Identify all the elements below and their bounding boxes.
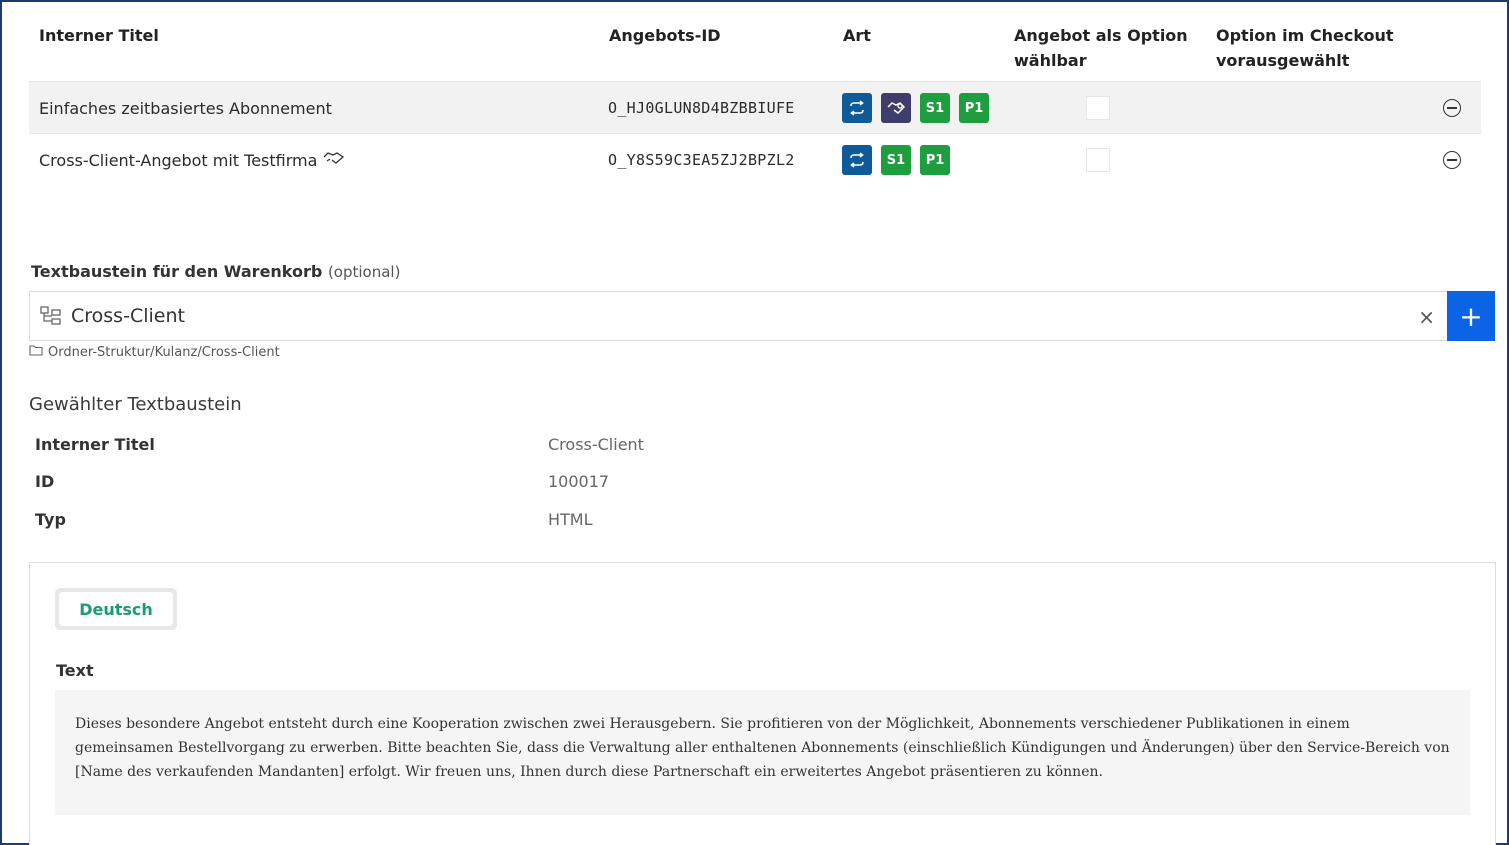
- row-title: Einfaches zeitbasiertes Abonnement: [39, 98, 332, 118]
- cart-snippet-label: Textbaustein für den Warenkorb (optional…: [31, 262, 401, 281]
- add-button[interactable]: +: [1447, 291, 1495, 341]
- handshake-icon: [323, 150, 345, 170]
- folder-path: Ordner-Struktur/Kulanz/Cross-Client: [29, 344, 280, 360]
- selectable-checkbox[interactable]: [1086, 148, 1110, 172]
- header-kind: Art: [843, 26, 871, 45]
- folder-icon: [29, 344, 43, 360]
- table-row: Cross-Client-Angebot mit Testfirma O_Y8S…: [29, 134, 1481, 186]
- text-label: Text: [56, 661, 94, 680]
- row-offer-id: O_HJ0GLUN8D4BZBBIUFE: [608, 99, 795, 117]
- cart-snippet-value: Cross-Client: [71, 305, 185, 327]
- clear-icon[interactable]: ×: [1418, 305, 1435, 329]
- text-content: Dieses besondere Angebot entsteht durch …: [55, 690, 1470, 815]
- row-offer-id: O_Y8S59C3EA5ZJ2BPZL2: [608, 151, 795, 169]
- table-row: Einfaches zeitbasiertes Abonnement O_HJ0…: [29, 82, 1481, 134]
- badge-s1: S1: [881, 145, 911, 175]
- tree-icon: [39, 304, 63, 328]
- content-panel: Deutsch Text Dieses besondere Angebot en…: [29, 562, 1496, 845]
- badge-p1: P1: [959, 93, 989, 123]
- table-header: Interner Titel Angebots-ID Art Angebot a…: [29, 14, 1481, 82]
- header-preselected: Option im Checkout vorausgewählt: [1216, 26, 1394, 70]
- cart-snippet-select[interactable]: Cross-Client ×: [29, 291, 1448, 341]
- header-title: Interner Titel: [39, 26, 159, 45]
- language-tabs: Deutsch: [55, 588, 177, 630]
- remove-icon[interactable]: [1443, 151, 1461, 169]
- handshake-icon: [881, 93, 911, 123]
- repeat-icon: [842, 93, 872, 123]
- header-offer-id: Angebots-ID: [609, 26, 721, 45]
- optional-hint: (optional): [327, 263, 401, 281]
- offers-table: Interner Titel Angebots-ID Art Angebot a…: [29, 14, 1481, 186]
- repeat-icon: [842, 145, 872, 175]
- header-selectable: Angebot als Option wählbar: [1014, 26, 1188, 70]
- selectable-checkbox[interactable]: [1086, 96, 1110, 120]
- badge-s1: S1: [920, 93, 950, 123]
- tab-deutsch[interactable]: Deutsch: [59, 592, 173, 626]
- badge-p1: P1: [920, 145, 950, 175]
- row-title: Cross-Client-Angebot mit Testfirma: [39, 150, 318, 170]
- selected-heading: Gewählter Textbaustein: [29, 394, 242, 415]
- remove-icon[interactable]: [1443, 99, 1461, 117]
